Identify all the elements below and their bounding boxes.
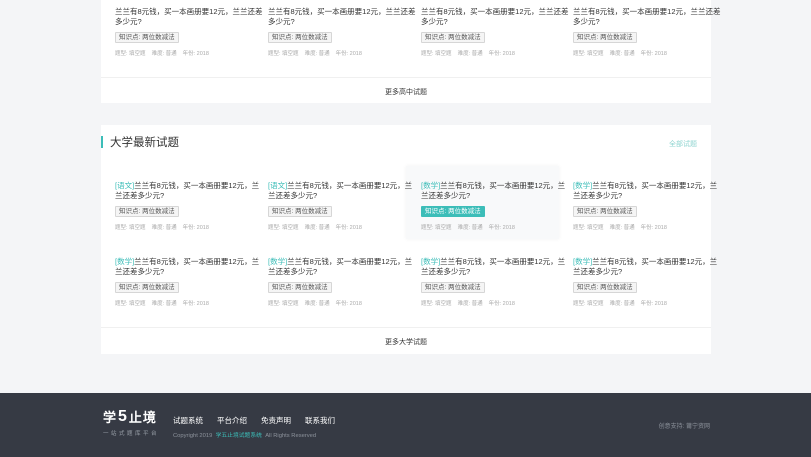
footer-link-about[interactable]: 平台介绍 xyxy=(217,415,247,426)
knowledge-tag[interactable]: 知识点: 两位数减法 xyxy=(573,282,637,293)
subject-label: [数学] xyxy=(573,181,593,190)
question-meta: 题型: 填空题 难度: 普通 年份: 2018 xyxy=(268,301,362,307)
question-text[interactable]: [语文]兰兰有8元钱，买一本画册要12元，兰兰还差多少元? xyxy=(268,181,418,200)
subject-label: [数学] xyxy=(573,257,593,266)
logo-tagline: 一站式题库平台 xyxy=(103,431,160,437)
title-accent-bar xyxy=(101,136,103,148)
more-high-school-link[interactable]: 更多高中试题 xyxy=(101,87,711,97)
question-item[interactable]: [语文]兰兰有8元钱，买一本画册要12元，兰兰还差多少元? 知识点: 两位数减法… xyxy=(115,181,265,231)
question-item[interactable]: 兰兰有8元钱，买一本画册要12元，兰兰还差多少元? 知识点: 两位数减法 题型:… xyxy=(421,7,571,57)
copyright: Copyright 2019 学五止境试题系统 All Rights Reser… xyxy=(173,433,317,439)
question-meta: 题型: 填空题 难度: 普通 年份: 2018 xyxy=(115,301,209,307)
knowledge-tag[interactable]: 知识点: 两位数减法 xyxy=(268,282,332,293)
knowledge-tag[interactable]: 知识点: 两位数减法 xyxy=(421,32,485,43)
question-meta: 题型: 填空题 难度: 普通 年份: 2018 xyxy=(421,225,515,231)
question-text[interactable]: 兰兰有8元钱，买一本画册要12元，兰兰还差多少元? xyxy=(268,7,418,26)
question-text[interactable]: [数学]兰兰有8元钱，买一本画册要12元，兰兰还差多少元? xyxy=(268,257,418,276)
question-item[interactable]: 兰兰有8元钱，买一本画册要12元，兰兰还差多少元? 知识点: 两位数减法 题型:… xyxy=(268,7,418,57)
knowledge-tag[interactable]: 知识点: 两位数减法 xyxy=(268,32,332,43)
question-text[interactable]: [语文]兰兰有8元钱，买一本画册要12元，兰兰还差多少元? xyxy=(115,181,265,200)
divider xyxy=(101,327,711,328)
all-questions-link[interactable]: 全部试题 xyxy=(669,139,697,149)
section-title-text: 大学最新试题 xyxy=(110,137,179,149)
subject-label: [数学] xyxy=(268,257,288,266)
question-item[interactable]: [数学]兰兰有8元钱，买一本画册要12元，兰兰还差多少元? 知识点: 两位数减法… xyxy=(573,181,723,231)
knowledge-tag[interactable]: 知识点: 两位数减法 xyxy=(573,206,637,217)
knowledge-tag[interactable]: 知识点: 两位数减法 xyxy=(421,282,485,293)
footer: 学 5 止境 一站式题库平台 试题系统 平台介绍 免责声明 联系我们 Copyrig… xyxy=(0,393,811,457)
knowledge-tag[interactable]: 知识点: 两位数减法 xyxy=(573,32,637,43)
knowledge-tag[interactable]: 知识点: 两位数减法 xyxy=(115,282,179,293)
footer-link-disclaimer[interactable]: 免责声明 xyxy=(261,415,291,426)
question-text[interactable]: [数学]兰兰有8元钱，买一本画册要12元，兰兰还差多少元? xyxy=(573,181,723,200)
knowledge-tag[interactable]: 知识点: 两位数减法 xyxy=(115,32,179,43)
question-text[interactable]: 兰兰有8元钱，买一本画册要12元，兰兰还差多少元? xyxy=(115,7,265,26)
subject-label: [数学] xyxy=(421,181,441,190)
question-meta: 题型: 填空题 难度: 普通 年份: 2018 xyxy=(421,51,515,57)
question-meta: 题型: 填空题 难度: 普通 年份: 2018 xyxy=(268,225,362,231)
footer-logo[interactable]: 学 5 止境 一站式题库平台 xyxy=(103,407,160,438)
question-text[interactable]: [数学]兰兰有8元钱，买一本画册要12元，兰兰还差多少元? xyxy=(421,257,571,276)
high-school-card: 兰兰有8元钱，买一本画册要12元，兰兰还差多少元? 知识点: 两位数减法 题型:… xyxy=(101,0,721,103)
knowledge-tag[interactable]: 知识点: 两位数减法 xyxy=(421,206,485,217)
question-meta: 题型: 填空题 难度: 普通 年份: 2018 xyxy=(573,301,667,307)
question-meta: 题型: 填空题 难度: 普通 年份: 2018 xyxy=(268,51,362,57)
subject-label: [数学] xyxy=(115,257,135,266)
question-item[interactable]: [数学]兰兰有8元钱，买一本画册要12元，兰兰还差多少元? 知识点: 两位数减法… xyxy=(421,257,571,307)
footer-nav: 试题系统 平台介绍 免责声明 联系我们 xyxy=(173,415,349,426)
subject-label: [语文] xyxy=(268,181,288,190)
question-text[interactable]: [数学]兰兰有8元钱，买一本画册要12元，兰兰还差多少元? xyxy=(573,257,723,276)
question-meta: 题型: 填空题 难度: 普通 年份: 2018 xyxy=(573,51,667,57)
subject-label: [数学] xyxy=(421,257,441,266)
question-meta: 题型: 填空题 难度: 普通 年份: 2018 xyxy=(421,301,515,307)
creative-support: 创意支持: 莆宁资网 xyxy=(658,424,710,430)
footer-link-system[interactable]: 试题系统 xyxy=(173,415,203,426)
question-item[interactable]: [数学]兰兰有8元钱，买一本画册要12元，兰兰还差多少元? 知识点: 两位数减法… xyxy=(115,257,265,307)
footer-link-contact[interactable]: 联系我们 xyxy=(305,415,335,426)
more-university-link[interactable]: 更多大学试题 xyxy=(101,337,711,347)
question-text[interactable]: 兰兰有8元钱，买一本画册要12元，兰兰还差多少元? xyxy=(421,7,571,26)
question-meta: 题型: 填空题 难度: 普通 年份: 2018 xyxy=(573,225,667,231)
question-item[interactable]: [数学]兰兰有8元钱，买一本画册要12元，兰兰还差多少元? 知识点: 两位数减法… xyxy=(573,257,723,307)
question-item[interactable]: [数学]兰兰有8元钱，买一本画册要12元，兰兰还差多少元? 知识点: 两位数减法… xyxy=(268,257,418,307)
question-item[interactable]: [语文]兰兰有8元钱，买一本画册要12元，兰兰还差多少元? 知识点: 两位数减法… xyxy=(268,181,418,231)
question-meta: 题型: 填空题 难度: 普通 年份: 2018 xyxy=(115,225,209,231)
question-text[interactable]: [数学]兰兰有8元钱，买一本画册要12元，兰兰还差多少元? xyxy=(115,257,265,276)
question-meta: 题型: 填空题 难度: 普通 年份: 2018 xyxy=(115,51,209,57)
subject-label: [语文] xyxy=(115,181,135,190)
question-text[interactable]: [数学]兰兰有8元钱，买一本画册要12元，兰兰还差多少元? xyxy=(421,181,571,200)
logo-wordmark: 学 5 止境 xyxy=(103,407,157,426)
question-item[interactable]: [数学]兰兰有8元钱，买一本画册要12元，兰兰还差多少元? 知识点: 两位数减法… xyxy=(421,181,571,231)
knowledge-tag[interactable]: 知识点: 两位数减法 xyxy=(115,206,179,217)
section-title: 大学最新试题 xyxy=(101,135,179,149)
question-item[interactable]: 兰兰有8元钱，买一本画册要12元，兰兰还差多少元? 知识点: 两位数减法 题型:… xyxy=(573,7,723,57)
university-card: 大学最新试题 全部试题 [语文]兰兰有8元钱，买一本画册要12元，兰兰还差多少元… xyxy=(101,125,717,354)
knowledge-tag[interactable]: 知识点: 两位数减法 xyxy=(268,206,332,217)
divider xyxy=(101,77,711,78)
question-item[interactable]: 兰兰有8元钱，买一本画册要12元，兰兰还差多少元? 知识点: 两位数减法 题型:… xyxy=(115,7,265,57)
question-text[interactable]: 兰兰有8元钱，买一本画册要12元，兰兰还差多少元? xyxy=(573,7,723,26)
